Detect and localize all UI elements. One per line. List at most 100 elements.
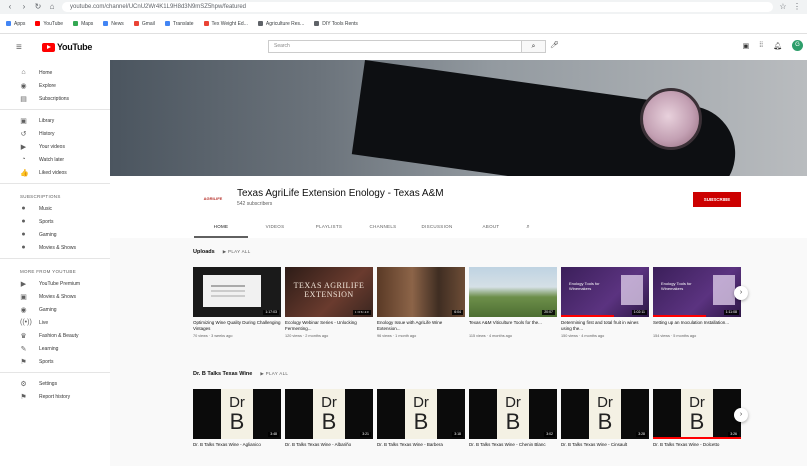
video-thumbnail[interactable]: Dr B 3:02 (469, 389, 557, 439)
video-title[interactable]: Ecology Webinar Series - Unlocking Ferme… (285, 320, 373, 332)
video-thumbnail[interactable]: Enology Tools for Winemakers 1:02:11 (561, 267, 649, 317)
apps-icon[interactable]: ⁞⁞ (759, 42, 763, 49)
video-thumbnail[interactable]: Dr B 3:26 (653, 389, 741, 439)
sidebar-item[interactable]: ▣ Library (0, 114, 110, 127)
video-card[interactable]: Dr B 3:21 Dr. B Talks Texas Wine - Albariño (285, 389, 373, 454)
reload-icon[interactable]: ↻ (34, 3, 42, 11)
extensions-icon[interactable]: ⋮ (793, 3, 801, 11)
video-thumbnail[interactable]: Dr B 3:21 (285, 389, 373, 439)
youtube-masthead: ≡ YouTube Search ⌕ 🎤︎ ▣ ⁞⁞ 🔔︎ G (0, 34, 807, 60)
sidebar-item[interactable]: 👍 Liked videos (0, 166, 110, 179)
video-title[interactable]: Texas A&M Viticulture Tools for the... (469, 320, 557, 332)
back-icon[interactable]: ‹ (6, 3, 14, 11)
sidebar-item[interactable]: ● Music (0, 202, 110, 215)
video-card[interactable]: Enology Tools for Winemakers 1:02:11 Deter… (561, 267, 649, 338)
sidebar-item[interactable]: ⌂ Home (0, 66, 110, 79)
sidebar-item[interactable]: ⚑ Report history (0, 390, 110, 403)
subscribe-button[interactable]: SUBSCRIBE (693, 192, 741, 207)
video-title[interactable]: Dr. B Talks Texas Wine - Cinsault (561, 442, 649, 454)
sidebar-item[interactable]: ● Gaming (0, 228, 110, 241)
video-title[interactable]: Dr. B Talks Texas Wine - Barbera (377, 442, 465, 454)
bookmark-item[interactable]: Translate (164, 21, 194, 27)
sidebar-item[interactable]: ((•)) Live (0, 316, 110, 329)
channel-search-icon[interactable]: ⌕ (518, 221, 538, 238)
sidebar-item[interactable]: ▣ Movies & Shows (0, 290, 110, 303)
sidebar-item[interactable]: ✎ Learning (0, 342, 110, 355)
bookmark-label: Agriculture Res... (265, 20, 305, 27)
sidebar-item[interactable]: ◔ Watch later (0, 153, 110, 166)
video-card[interactable]: TEXAS AGRILIFE EXTENSION 1:06:40 Ecology W… (285, 267, 373, 338)
video-card[interactable]: 20:07 Texas A&M Viticulture Tools for the… (469, 267, 557, 338)
uploads-title[interactable]: Uploads (193, 249, 215, 255)
sidebar-item[interactable]: ⚑ Sports (0, 355, 110, 368)
bookmark-item[interactable]: DIY Tools Rents (314, 21, 358, 27)
video-title[interactable]: Dr. B Talks Texas Wine - Chenin Blanc (469, 442, 557, 454)
sidebar-item[interactable]: ◉ Explore (0, 79, 110, 92)
forward-icon[interactable]: › (20, 3, 28, 11)
sidebar-item-icon: ◉ (20, 306, 27, 314)
drb-title[interactable]: Dr. B Talks Texas Wine (193, 371, 252, 377)
uploads-next-arrow-icon[interactable]: › (734, 286, 748, 300)
video-card[interactable]: 6:04 Enology Issue with AgriLife Wine Ext… (377, 267, 465, 338)
home-icon[interactable]: ⌂ (48, 3, 56, 11)
drb-next-arrow-icon[interactable]: › (734, 408, 748, 422)
tab-videos[interactable]: VIDEOS (248, 221, 302, 238)
search-icon[interactable]: ⌕ (522, 40, 546, 53)
video-card[interactable]: 1:17:03 Optimizing Wine Quality During Ch… (193, 267, 281, 338)
sidebar-item[interactable]: ▶ YouTube Premium (0, 277, 110, 290)
sidebar-item[interactable]: ● Sports (0, 215, 110, 228)
tab-discussion[interactable]: DISCUSSION (410, 221, 464, 238)
video-card[interactable]: Dr B 3:48 Dr. B Talks Texas Wine - Aglianic… (193, 389, 281, 454)
bookmark-item[interactable]: Tex Weight Ed... (203, 21, 248, 27)
video-title[interactable]: Optimizing Wine Quality During Challengi… (193, 320, 281, 332)
uploads-play-all-button[interactable]: ▶ PLAY ALL (223, 249, 251, 255)
bookmark-item[interactable]: Agriculture Res... (257, 20, 305, 27)
tab-playlists[interactable]: PLAYLISTS (302, 221, 356, 238)
video-thumbnail[interactable]: Enology Tools for Winemakers 1:11:08 (653, 267, 741, 317)
video-card[interactable]: Dr B 3:18 Dr. B Talks Texas Wine - Barbera (377, 389, 465, 454)
sidebar-item[interactable]: ▤ Subscriptions (0, 92, 110, 105)
search-input[interactable]: Search (268, 40, 522, 53)
video-title[interactable]: Dr. B Talks Texas Wine - Albariño (285, 442, 373, 454)
channel-avatar[interactable]: AGRILIFE (194, 191, 232, 207)
star-icon[interactable]: ☆ (779, 3, 787, 11)
bookmark-item[interactable]: Maps (73, 21, 93, 27)
sidebar-item[interactable]: ♛ Fashion & Beauty (0, 329, 110, 342)
video-title[interactable]: Dr. B Talks Texas Wine - Dolcetto (653, 442, 741, 454)
bookmark-item[interactable]: News (103, 21, 124, 27)
video-thumbnail[interactable]: 20:07 (469, 267, 557, 317)
tab-about[interactable]: ABOUT (464, 221, 518, 238)
sidebar-item[interactable]: ↺ History (0, 127, 110, 140)
account-avatar[interactable]: G (792, 40, 803, 51)
video-thumbnail[interactable]: 6:04 (377, 267, 465, 317)
video-title[interactable]: Setting up an Inoculation Installation..… (653, 320, 741, 332)
create-video-icon[interactable]: ▣ (743, 42, 750, 50)
video-title[interactable]: Enology Issue with AgriLife Wine Extensi… (377, 320, 465, 332)
address-bar[interactable]: youtube.com/channel/UCnU2Wr4K1L9H8d3N9mS… (62, 2, 773, 12)
video-card[interactable]: Enology Tools for Winemakers 1:11:08 Setti… (653, 267, 741, 338)
video-card[interactable]: Dr B 3:28 Dr. B Talks Texas Wine - Cinsault (561, 389, 649, 454)
bookmark-item[interactable]: YouTube (35, 21, 63, 27)
video-title[interactable]: Dr. B Talks Texas Wine - Aglianico (193, 442, 281, 454)
video-card[interactable]: Dr B 3:02 Dr. B Talks Texas Wine - Chenin B… (469, 389, 557, 454)
sidebar-item[interactable]: ⚙ Settings (0, 377, 110, 390)
video-thumbnail[interactable]: Dr B 3:48 (193, 389, 281, 439)
sidebar-item[interactable]: ▶ Your videos (0, 140, 110, 153)
notifications-icon[interactable]: 🔔︎ (773, 42, 782, 50)
menu-icon[interactable]: ≡ (16, 42, 36, 53)
video-thumbnail[interactable]: Dr B 3:18 (377, 389, 465, 439)
tab-home[interactable]: HOME (194, 221, 248, 238)
video-thumbnail[interactable]: 1:17:03 (193, 267, 281, 317)
bookmark-item[interactable]: Gmail (133, 21, 155, 27)
sidebar-item[interactable]: ● Movies & Shows (0, 241, 110, 254)
video-card[interactable]: Dr B 3:26 Dr. B Talks Texas Wine - Dolcetto (653, 389, 741, 454)
tab-channels[interactable]: CHANNELS (356, 221, 410, 238)
microphone-icon[interactable]: 🎤︎ (550, 41, 559, 49)
youtube-logo[interactable]: YouTube (42, 42, 92, 52)
video-thumbnail[interactable]: TEXAS AGRILIFE EXTENSION 1:06:40 (285, 267, 373, 317)
drb-play-all-button[interactable]: ▶ PLAY ALL (260, 371, 288, 377)
video-title[interactable]: Determining first and total fruit in win… (561, 320, 649, 332)
bookmark-item[interactable]: Apps (6, 21, 25, 27)
sidebar-item[interactable]: ◉ Gaming (0, 303, 110, 316)
video-thumbnail[interactable]: Dr B 3:28 (561, 389, 649, 439)
